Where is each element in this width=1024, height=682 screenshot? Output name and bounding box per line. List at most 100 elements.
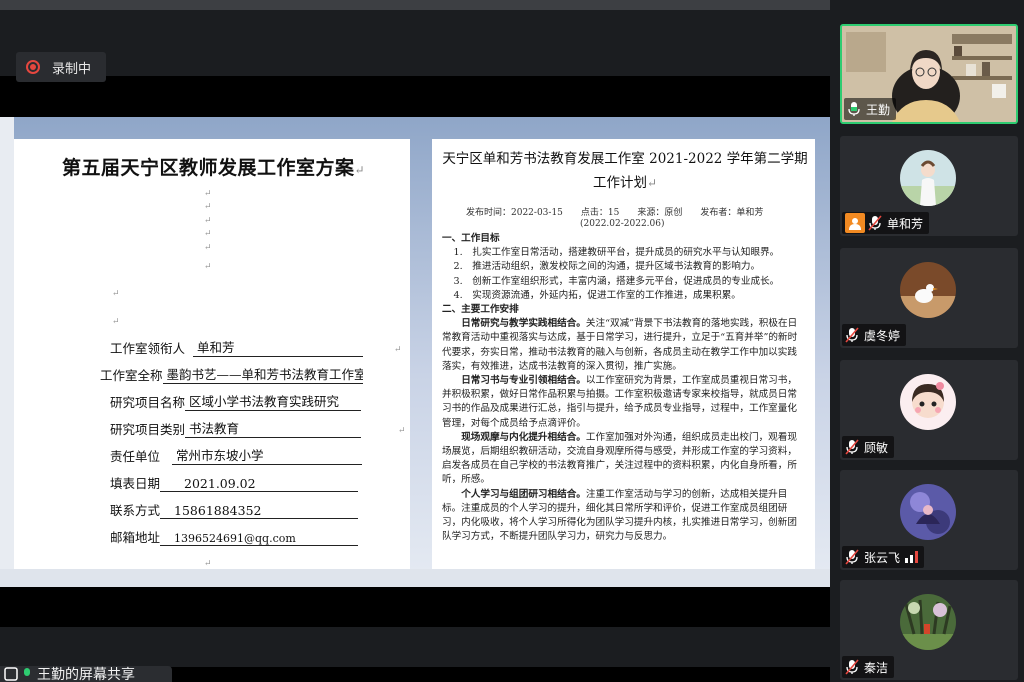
screen-share-icon [4,667,18,681]
doc-body: 一、工作目标 1. 扎实工作室日常活动，搭建教研平台，提升成员的研究水平与认知眼… [442,232,804,544]
shared-screen: 第五届天宁区教师发展工作室方案↵ ↵ ↵ ↵ ↵ ↵ ↵ ↵ ↵ 工作室领衔人 … [0,117,830,587]
field-leader: 工作室领衔人 单和芳 [110,337,364,357]
participant-nametag: 顾敏 [842,436,895,458]
avatar [900,150,956,206]
bottom-strip [0,627,830,667]
participant-tile[interactable]: 虞冬婷 [840,248,1018,348]
field-value: 1396524691@qq.com [160,532,359,546]
paragraph-mark: ↵ [204,243,212,253]
field-value: 单和芳 [193,337,364,357]
participant-nametag: 张云飞 [842,546,925,568]
participant-name: 秦洁 [864,660,889,675]
goal-item: 3. 创新工作室组织形式，丰富内涵，搭建多元平台，促进成员的专业成长。 [453,275,780,287]
participants-sidebar: 王勤 单和芳 虞冬婷 顾敏 张云飞 秦洁 [830,0,1024,682]
section-heading: 二、主要工作安排 [442,304,519,316]
field-label: 责任单位 [110,449,161,464]
work-paragraph: 现场观摩与内化提升相结合。工作室加强对外沟通，组织成员走出校门，观看现场展览，后… [442,431,804,488]
participant-name: 王勤 [866,102,891,117]
mic-muted-icon [845,549,859,565]
field-label: 工作室领衔人 [110,341,186,356]
signal-bars-icon [905,551,919,563]
avatar [900,262,956,318]
field-value: 2021.09.02 [160,476,359,492]
participant-name: 顾敏 [864,440,889,455]
participant-name: 虞冬婷 [864,328,901,343]
participant-nametag: 单和芳 [842,212,930,234]
goal-item: 4. 实现资源流通，外延内拓，促进工作室的工作推进，成果积累。 [453,289,741,301]
paragraph-mark: ↵ [204,202,212,212]
field-value: 墨韵书艺——单和芳书法教育工作室 [162,364,363,384]
avatar-image-icon [900,262,956,318]
participant-tile[interactable]: 秦洁 [840,580,1018,680]
field-project-name: 研究项目名称 区域小学书法教育实践研究 [110,391,362,411]
participant-name: 单和芳 [887,216,924,231]
recording-indicator[interactable]: 录制中 [16,52,106,82]
field-date: 填表日期 2021.09.02 [110,474,359,492]
paragraph-mark: ↵ [204,262,212,272]
participant-tile[interactable]: 王勤 [840,24,1018,124]
field-value: 区域小学书法教育实践研究 [185,391,362,411]
participant-tile[interactable]: 顾敏 [840,360,1018,460]
avatar [900,484,956,540]
field-label: 填表日期 [110,476,161,491]
participant-nametag: 虞冬婷 [842,324,907,346]
paragraph-mark: ↵ [204,229,212,239]
field-label: 邮箱地址 [110,530,161,545]
mic-muted-icon [845,439,859,455]
work-paragraph: 日常研究与教学实践相结合。关注“双减”背景下书法教育的落地实践，积极在日常教育活… [442,317,804,374]
doc-date-range: (2022.02-2022.06) [580,219,665,229]
mic-muted-icon [845,659,859,675]
participant-tile[interactable]: 张云飞 [840,470,1018,570]
paragraph-mark: ↵ [398,426,406,436]
participant-name: 张云飞 [864,550,901,565]
field-value: 常州市东坡小学 [172,445,363,465]
avatar-image-icon [900,594,956,650]
mic-icon [24,668,30,676]
field-project-category: 研究项目类别 书法教育 [110,418,362,438]
participant-tile[interactable]: 单和芳 [840,136,1018,236]
field-label: 研究项目名称 [110,395,186,410]
screen-share-banner[interactable]: 王勤的屏幕共享 [0,666,172,682]
section-heading: 一、工作目标 [442,233,500,244]
field-value: 书法教育 [185,418,362,438]
doc-meta: 发布时间：2022-03-15 点击：15 来源：原创 发布者：单和芳 [466,208,764,218]
field-contact: 联系方式 15861884352 [110,501,359,519]
field-email: 邮箱地址 1396524691@qq.com [110,528,359,546]
paragraph-mark: ↵ [112,289,120,299]
paragraph-lead: 日常习书与专业引领相结合。 [461,375,586,387]
avatar-image-icon [900,484,956,540]
top-black-band [0,76,830,117]
paragraph-mark: ↵ [112,317,120,327]
top-strip [0,0,830,10]
top-bar: 录制中 [0,0,830,117]
avatar-image-icon [900,374,956,430]
goal-item: 2. 推进活动组织，激发校际之间的沟通，提升区域书法教育的影响力。 [453,261,761,273]
field-label: 研究项目类别 [110,422,186,437]
mic-icon [848,102,860,116]
paragraph-lead: 现场观摩与内化提升相结合。 [461,431,586,443]
share-banner-label: 王勤的屏幕共享 [37,667,135,682]
field-unit: 责任单位 常州市东坡小学 [110,445,363,465]
host-icon [845,213,865,233]
paragraph-lead: 个人学习与组团研习相结合。 [461,488,586,500]
record-icon [26,60,40,74]
paragraph-mark: ↵ [204,216,212,226]
recording-label: 录制中 [52,61,92,77]
participant-nametag: 王勤 [844,98,897,120]
screen-left-edge [0,117,14,587]
field-label: 联系方式 [110,503,161,518]
avatar-image-icon [900,150,956,206]
work-paragraph: 个人学习与组团研习相结合。注重工作室活动与学习的创新，达成相关提升目标。注重成员… [442,488,804,545]
doc-left-title: 第五届天宁区教师发展工作室方案↵ [62,157,366,179]
document-page-left: 第五届天宁区教师发展工作室方案↵ ↵ ↵ ↵ ↵ ↵ ↵ ↵ ↵ 工作室领衔人 … [14,139,410,569]
paragraph-mark: ↵ [204,559,212,569]
field-value: 15861884352 [160,503,359,519]
mic-muted-icon [845,327,859,343]
mic-muted-icon [868,215,882,231]
paragraph-mark: ↵ [204,189,212,199]
work-paragraph: 日常习书与专业引领相结合。以工作室研究为背景，工作室成员重视日常习书，并积极积累… [442,374,804,431]
goal-item: 1. 扎实工作室日常活动，搭建教研平台，提升成员的研究水平与认知眼界。 [453,247,780,259]
avatar [900,374,956,430]
doc-right-title: 天宁区单和芳书法教育发展工作室 2021-2022 学年第二学期工作计划↵ [442,151,808,191]
document-page-right: 天宁区单和芳书法教育发展工作室 2021-2022 学年第二学期工作计划↵ 发布… [432,139,815,569]
